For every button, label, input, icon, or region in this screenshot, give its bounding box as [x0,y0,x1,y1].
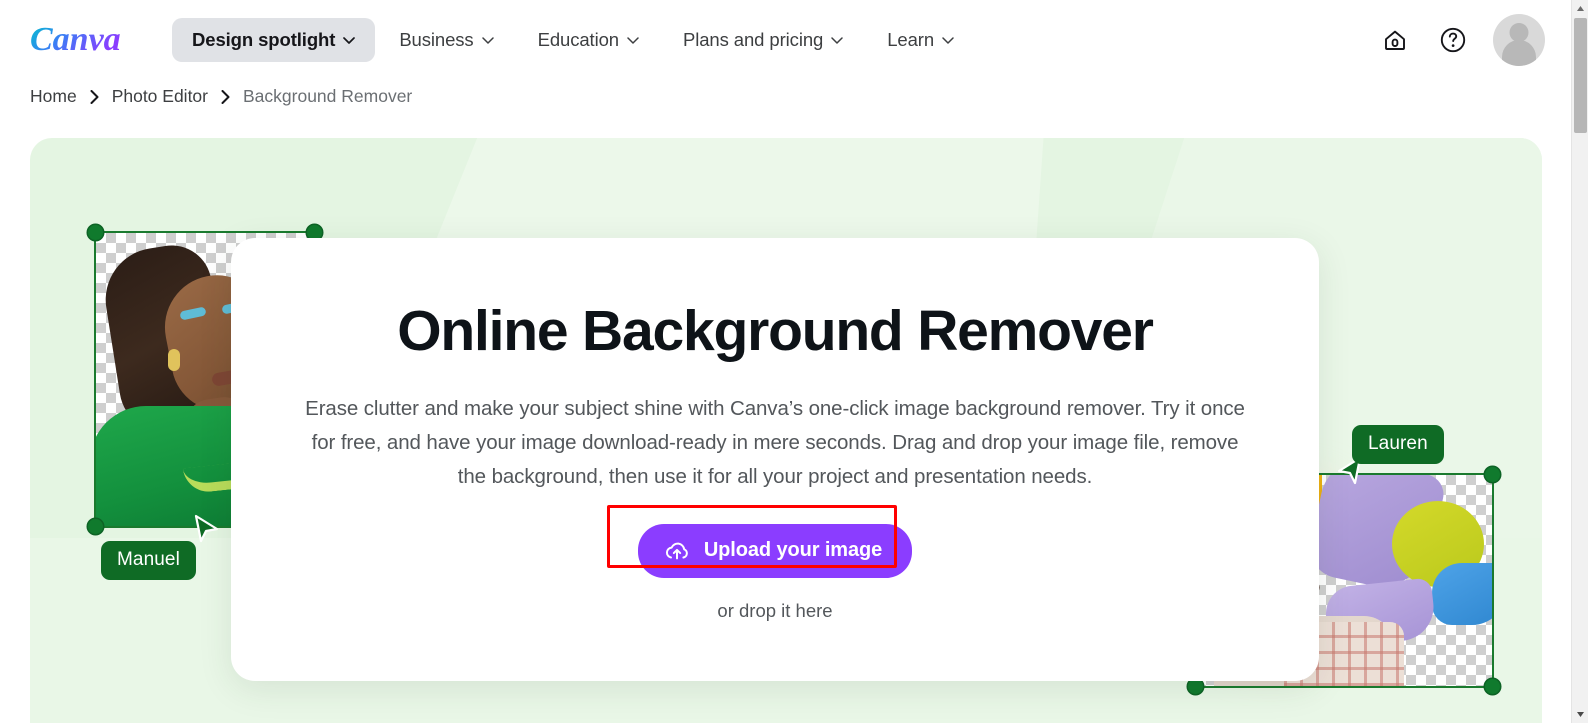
resize-handle-top-right[interactable] [1485,467,1500,482]
nav-item-label: Learn [887,29,935,50]
chevron-down-icon [343,36,356,44]
page-description: Erase clutter and make your subject shin… [300,392,1250,494]
nav-item-education[interactable]: Education [518,18,659,62]
collaborator-tag-lauren: Lauren [1352,425,1444,464]
resize-handle-bottom-left[interactable] [88,519,103,534]
breadcrumb-item-home[interactable]: Home [30,86,77,107]
avatar-body [1502,40,1536,66]
page-title: Online Background Remover [397,299,1154,363]
upload-button-label: Upload your image [703,539,883,562]
help-icon [1440,27,1466,53]
resize-handle-top-left[interactable] [88,225,103,240]
description-line-1: Erase clutter and make your subject shin… [305,396,1146,420]
primary-nav: Design spotlight Business Education Plan… [172,18,974,62]
nav-item-label: Education [537,29,619,50]
nav-item-business[interactable]: Business [379,18,513,62]
nav-item-learn[interactable]: Learn [867,18,974,62]
cloud-upload-icon [665,542,688,559]
resize-handle-bottom-left[interactable] [1188,679,1203,694]
vertical-scrollbar[interactable] [1571,0,1588,723]
drop-hint-text: or drop it here [717,599,833,621]
nav-item-label: Plans and pricing [682,29,824,50]
breadcrumb-item-background-remover: Background Remover [243,86,413,106]
page-root: Canva Design spotlight Business Educatio… [0,0,1588,723]
nav-item-plans-and-pricing[interactable]: Plans and pricing [663,18,863,62]
chevron-right-icon [221,89,230,104]
nav-item-label: Design spotlight [192,29,336,50]
help-button[interactable] [1435,22,1471,58]
scroll-up-button[interactable] [1572,0,1588,17]
chevron-down-icon [831,36,843,44]
background-remover-card: Online Background Remover Erase clutter … [231,238,1319,681]
svg-text:Canva: Canva [30,21,121,58]
scroll-down-button[interactable] [1572,706,1588,723]
chevron-down-icon [627,36,639,44]
chevron-down-icon [481,36,494,44]
home-button[interactable] [1377,22,1413,58]
nav-item-design-spotlight[interactable]: Design spotlight [172,18,376,62]
breadcrumb: Home Photo Editor Background Remover [30,86,412,107]
upload-area: Upload your image [606,504,913,578]
chevron-right-icon [90,89,99,104]
resize-handle-bottom-right[interactable] [1485,679,1500,694]
upload-your-image-button[interactable]: Upload your image [637,523,913,578]
collaborator-tag-manuel: Manuel [101,541,196,580]
avatar[interactable] [1493,14,1545,66]
nav-item-label: Business [399,29,474,50]
chevron-up-icon [1577,6,1584,11]
collaborator-cursor-manuel [194,514,219,543]
breadcrumb-item-photo-editor[interactable]: Photo Editor [112,86,208,107]
home-icon [1385,30,1405,50]
chevron-down-icon [1577,712,1584,717]
canva-logo[interactable]: Canva [30,20,150,60]
top-navigation-bar: Canva Design spotlight Business Educatio… [0,0,1571,80]
chevron-down-icon [942,36,954,44]
scrollbar-thumb[interactable] [1574,18,1587,133]
nav-right-actions [1377,0,1545,80]
